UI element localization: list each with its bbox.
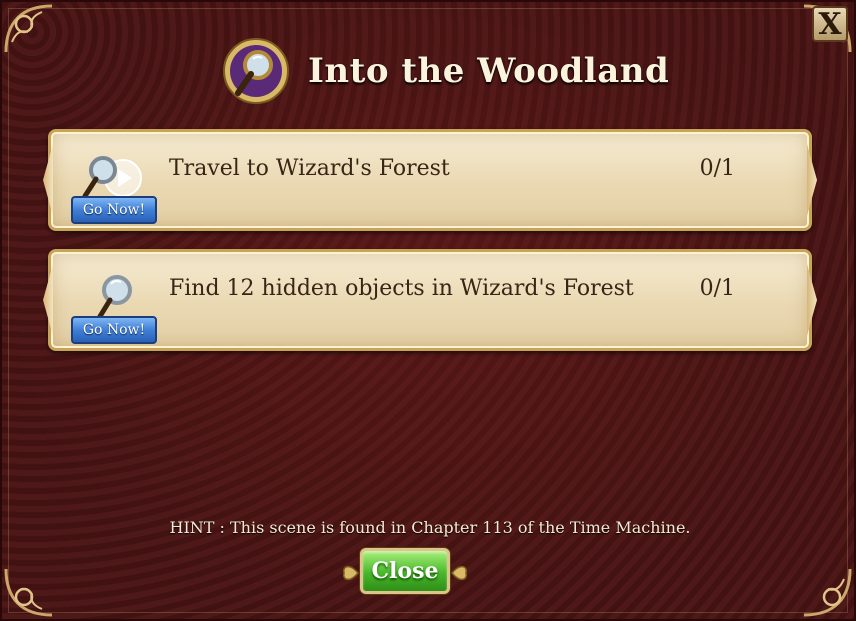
magnifier-icon [96, 275, 132, 321]
magnifier-emblem-icon [223, 38, 289, 104]
quest-dialog: X Into the Woodland Travel to Wizard's F… [0, 0, 856, 621]
corner-ornament-icon [4, 4, 53, 53]
magnifier-play-icon [82, 156, 142, 199]
close-x-button[interactable]: X [812, 6, 848, 42]
corner-ornament-icon [4, 568, 53, 617]
corner-ornament-icon [803, 568, 852, 617]
hint-text: HINT : This scene is found in Chapter 11… [169, 518, 691, 537]
dialog-header: Into the Woodland [222, 36, 669, 106]
go-now-button[interactable]: Go Now! [71, 316, 157, 344]
quest-task-row: Find 12 hidden objects in Wizard's Fores… [43, 249, 817, 351]
task-progress: 0/1 [699, 276, 735, 301]
task-label: Find 12 hidden objects in Wizard's Fores… [169, 276, 634, 301]
scroll-ornament-icon [451, 565, 468, 581]
dialog-title: Into the Woodland [308, 51, 670, 91]
task-progress: 0/1 [699, 156, 735, 181]
go-now-button[interactable]: Go Now! [71, 196, 157, 224]
close-button[interactable]: Close [360, 548, 450, 594]
close-button-group: Close [340, 548, 470, 598]
quest-task-row: Travel to Wizard's Forest 0/1 Go Now! [43, 129, 817, 231]
scroll-ornament-icon [342, 565, 359, 581]
task-label: Travel to Wizard's Forest [169, 156, 450, 181]
